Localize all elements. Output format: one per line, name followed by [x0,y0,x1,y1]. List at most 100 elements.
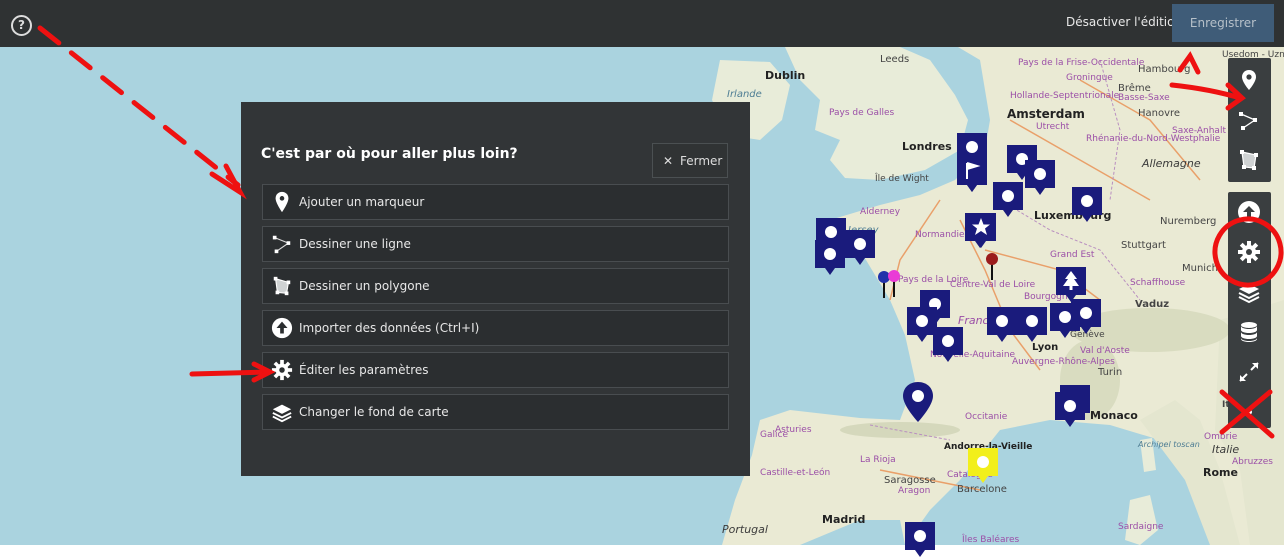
more-icon [1246,409,1252,415]
region-label: Auvergne-Rhône-Alpes [1012,357,1115,367]
city-label: Londres [902,140,952,153]
map-marker[interactable] [1054,265,1088,305]
region-label: Ombrie [1204,432,1238,442]
map-marker[interactable] [1015,305,1049,345]
region-label: Castille-et-León [760,468,831,478]
city-label: Vaduz [1135,299,1170,310]
city-label: Dublin [765,69,806,82]
map-marker[interactable] [955,155,989,195]
close-label: Fermer [680,154,723,168]
draw-polygon-action[interactable]: Dessiner un polygone [262,268,729,304]
city-label: Leeds [880,54,910,65]
region-label: Îles Baléares [962,535,1020,545]
region-label: Occitanie [965,412,1008,422]
map-marker[interactable] [1053,390,1087,430]
manage-datalayers-button[interactable] [1228,312,1271,352]
city-label: Saragosse [884,475,936,486]
draw-polygon-button[interactable] [1228,140,1271,180]
close-button[interactable]: ✕ Fermer [652,143,728,178]
region-label: Allemagne [1142,157,1201,170]
draw-line-action[interactable]: Dessiner une ligne [262,226,729,262]
action-label: Ajouter un marqueur [299,195,425,209]
map-pin[interactable] [886,269,902,299]
add-marker-action[interactable]: Ajouter un marqueur [262,184,729,220]
layers-icon [272,404,292,423]
region-label: Abruzzes [1232,457,1273,467]
import-data-action[interactable]: Importer des données (Ctrl+I) [262,310,729,346]
disable-edit-link[interactable]: Désactiver l'édition [1066,15,1182,29]
change-tilelayer-button[interactable] [1228,272,1271,312]
change-tilelayer-action[interactable]: Changer le fond de carte [262,394,729,430]
city-label: Amsterdam [1007,107,1085,121]
action-label: Changer le fond de carte [299,405,449,419]
polyline-icon [272,235,291,254]
marker-icon [275,191,289,213]
action-label: Importer des données (Ctrl+I) [299,321,480,335]
marker-icon [1242,70,1256,90]
region-label: Pays de Galles [829,108,895,118]
save-button[interactable]: Enregistrer [1172,4,1274,42]
region-label: Schaffhouse [1130,278,1186,288]
region-label: Val d'Aoste [1080,346,1130,356]
region-label: Basse-Saxe [1118,93,1170,103]
region-label: Pays de la Frise-Occidentale [1018,58,1145,68]
map-marker[interactable] [964,211,998,251]
region-label: Hollande-Septentrionale [1010,91,1120,101]
panel-title: C'est par où pour aller plus loin? [261,146,518,162]
map-marker[interactable] [901,380,935,424]
region-label: Groningue [1066,73,1113,83]
region-label: Archipel toscan [1138,440,1200,449]
action-label: Éditer les paramètres [299,363,429,377]
region-label: Sardaigne [1118,522,1164,532]
draw-line-button[interactable] [1228,100,1271,140]
map-pin[interactable] [984,252,1000,282]
draw-toolbar [1228,58,1271,182]
city-label: Turin [1098,367,1123,378]
region-label: Utrecht [1036,122,1070,132]
region-label: Alderney [860,207,901,217]
map-marker[interactable] [1070,185,1104,225]
map-marker[interactable] [903,520,937,560]
map-marker[interactable] [966,446,1000,486]
more-tools-button[interactable] [1228,392,1271,432]
city-label: Madrid [822,513,866,526]
polygon-icon [273,276,291,296]
upload-icon [1238,201,1260,223]
close-icon: ✕ [663,154,674,168]
gear-icon [1238,241,1260,263]
upload-icon [271,317,293,339]
city-label: Hanovre [1138,108,1181,119]
add-marker-button[interactable] [1228,60,1271,100]
database-icon [1241,322,1257,342]
city-label: Nuremberg [1160,216,1217,227]
city-label: Monaco [1090,409,1138,422]
city-label: Stuttgart [1121,240,1166,251]
region-label: Irlande [727,89,762,100]
import-data-button[interactable] [1228,192,1271,232]
map-marker[interactable] [1023,158,1057,198]
polyline-icon [1239,112,1257,130]
edit-settings-action[interactable]: Éditer les paramètres [262,352,729,388]
action-label: Dessiner une ligne [299,237,411,251]
map-marker[interactable] [843,228,877,268]
region-label: Saxe-Anhalt [1172,126,1226,136]
expand-arrows-icon [1239,362,1259,382]
region-label: Portugal [722,523,768,536]
map-extent-button[interactable] [1228,352,1271,392]
region-label: Normandie [915,230,965,240]
edit-settings-button[interactable] [1228,232,1271,272]
city-label: Munich [1182,263,1218,274]
settings-toolbar [1228,192,1271,428]
gear-icon [271,359,293,381]
map-marker[interactable] [931,325,965,365]
region-label: Aragon [898,486,931,496]
layers-icon [1238,284,1260,304]
map-marker[interactable] [985,305,1019,345]
top-bar: ? Désactiver l'édition Enregistrer [0,0,1284,47]
region-label: Grand Est [1050,250,1095,260]
help-panel: C'est par où pour aller plus loin? ✕ Fer… [241,102,750,476]
city-label: Hambourg [1138,64,1191,75]
map-marker[interactable] [813,238,847,278]
city-label: Rome [1203,466,1238,479]
help-icon[interactable]: ? [11,15,32,36]
